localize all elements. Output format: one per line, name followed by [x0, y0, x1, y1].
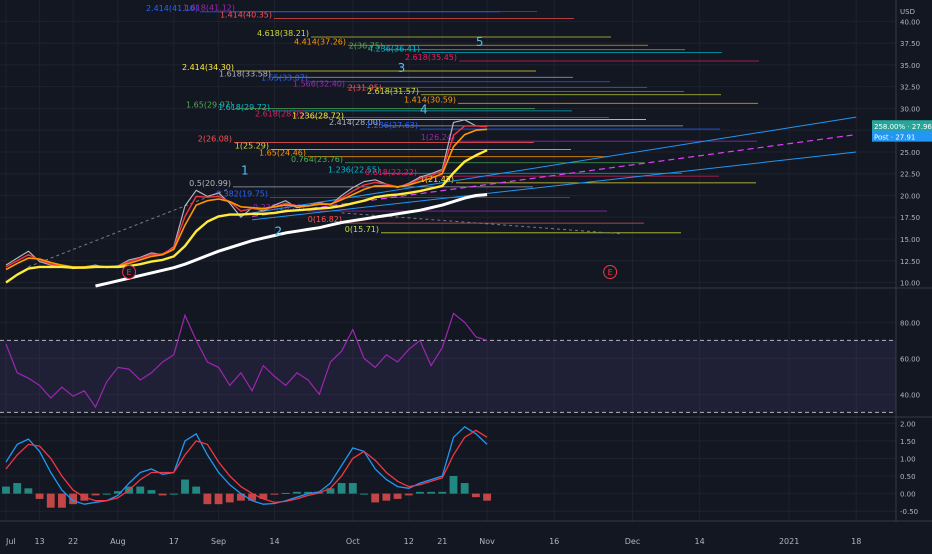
rsi-tick-label: 60.00 [900, 355, 920, 363]
currency-label: USD [900, 8, 915, 16]
stock-chart[interactable]: 2.414(41.10) 1.618(41.12) 1.414(40.35) 4.61… [0, 0, 932, 550]
price-tick-label: 32.50 [900, 84, 920, 92]
x-tick-label: 14 [269, 537, 279, 546]
price-tick-label: 40.00 [900, 18, 920, 26]
macd-histogram-bar [371, 493, 380, 503]
fib-level-label: 2.618(35.45) [405, 53, 457, 62]
wave-label: 2 [275, 225, 283, 239]
macd-histogram-bar [225, 493, 234, 503]
price-tick-label: 35.00 [900, 62, 920, 70]
x-tick-label: 21 [437, 537, 447, 546]
macd-histogram-bar [192, 486, 201, 494]
macd-tick-label: -0.50 [900, 508, 918, 516]
chart-canvas[interactable]: 2.414(41.10)1.618(41.12)1.414(40.35)4.61… [0, 0, 932, 550]
price-tick-label: 20.00 [900, 192, 920, 200]
wave-label: 5 [476, 35, 484, 49]
price-tick-label: 10.00 [900, 280, 920, 288]
price-tags: 258.00% · 27.96 Post · 27.91 [872, 120, 932, 142]
post-price-tag-text: Post · 27.91 [874, 134, 915, 142]
x-tick-label: Oct [346, 537, 360, 546]
x-tick-label: Sep [211, 537, 226, 546]
macd-histogram-bar [35, 493, 44, 499]
macd-histogram-bar [2, 486, 10, 494]
macd-histogram-bar [483, 493, 491, 501]
x-tick-label: 17 [169, 537, 179, 546]
macd-histogram-bar [214, 493, 223, 505]
fib-level-label: 1.414(30.59) [404, 95, 456, 104]
macd-tick-label: 0.00 [900, 491, 916, 499]
macd-histogram-bar [348, 483, 357, 494]
x-tick-label: 13 [34, 537, 44, 546]
price-tick-label: 15.00 [900, 236, 920, 244]
x-tick-label: Dec [625, 537, 640, 546]
earnings-label: E [608, 268, 613, 277]
price-tick-label: 12.50 [900, 258, 920, 266]
price-tick-label: 37.50 [900, 40, 920, 48]
macd-histogram-bar [270, 493, 279, 495]
macd-histogram-bar [360, 493, 368, 495]
macd-histogram-bar [427, 491, 436, 494]
price-tick-label: 17.50 [900, 214, 920, 222]
macd-histogram-bar [438, 491, 447, 494]
x-tick-label: 16 [549, 537, 559, 546]
macd-histogram-bar [46, 493, 55, 508]
macd-histogram-bar [24, 488, 33, 494]
rsi-tick-label: 40.00 [900, 391, 920, 399]
price-tick-label: 22.50 [900, 171, 920, 179]
macd-histogram-bar [158, 493, 167, 496]
rsi-band [0, 339, 896, 413]
macd-tick-label: 1.50 [900, 438, 916, 446]
fib-level-label: 0.618(22.22) [365, 168, 417, 177]
macd-histogram-bar [292, 491, 301, 494]
macd-histogram-bar [382, 493, 391, 501]
x-tick-label: Nov [479, 537, 495, 546]
fib-level-label: 1.236(27.63) [366, 121, 418, 130]
macd-histogram-bar [471, 493, 480, 498]
macd-histogram-bar [281, 492, 290, 494]
price-tick-label: 30.00 [900, 105, 920, 113]
x-tick-label: 12 [404, 537, 414, 546]
macd-histogram-bar [181, 479, 189, 494]
x-tick-label: 2021 [779, 537, 799, 546]
x-tick-label: Jul [5, 537, 16, 546]
macd-tick-label: 0.50 [900, 473, 916, 481]
wave-label: 1 [241, 164, 249, 178]
macd-histogram-bar [58, 493, 66, 508]
macd-histogram-bar [203, 493, 212, 505]
fib-level-label: 1.566(32.40) [293, 80, 345, 89]
macd-histogram-bar [460, 483, 469, 494]
macd-histogram-bar [136, 486, 145, 494]
x-tick-label: 14 [695, 537, 705, 546]
fib-level-label: 0.764(23.76) [291, 155, 343, 164]
x-tick-label: 18 [851, 537, 861, 546]
macd-histogram-bar [91, 493, 100, 496]
price-tick-label: 25.00 [900, 149, 920, 157]
x-tick-label: 22 [68, 537, 78, 546]
rsi-tick-label: 80.00 [900, 319, 920, 327]
macd-histogram-bar [449, 476, 458, 494]
fib-level-label: 2(26.08) [198, 135, 232, 144]
x-tick-label: Aug [110, 537, 126, 546]
macd-histogram-bar [147, 490, 156, 494]
fib-level-label: 0.5(20.99) [189, 179, 231, 188]
macd-histogram-bar [416, 491, 424, 494]
macd-histogram-bar [393, 493, 402, 499]
macd-histogram-bar [102, 493, 111, 495]
fib-level-label: 0(15.71) [345, 225, 379, 234]
fib-level-label: 4.414(37.26) [294, 37, 346, 46]
macd-histogram-bar [169, 493, 178, 495]
earnings-label: E [127, 268, 132, 277]
macd-tick-label: 1.00 [900, 455, 916, 463]
last-price-tag-text: 258.00% · 27.96 [874, 123, 932, 131]
macd-histogram-bar [13, 483, 22, 494]
wave-label: 4 [420, 103, 428, 117]
macd-histogram-bar [404, 493, 413, 496]
wave-label: 3 [398, 61, 406, 75]
macd-tick-label: 2.00 [900, 420, 916, 428]
fib-level-label: 1.414(40.35) [220, 10, 272, 19]
macd-histogram-bar [337, 483, 346, 494]
rsi-band-fill [0, 340, 896, 413]
